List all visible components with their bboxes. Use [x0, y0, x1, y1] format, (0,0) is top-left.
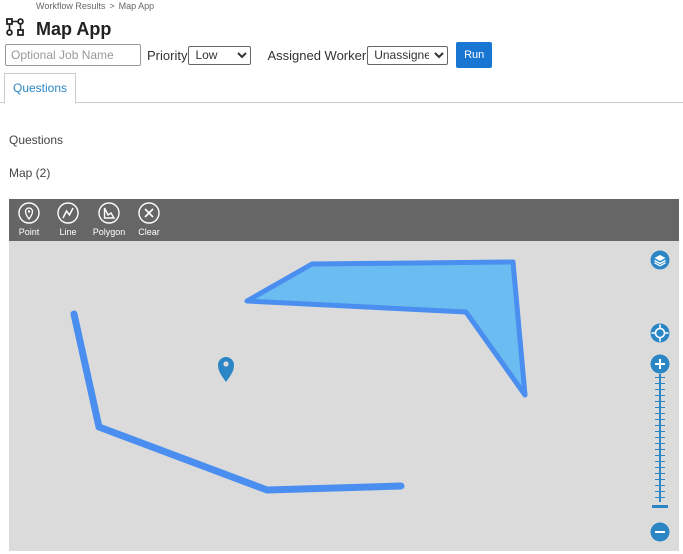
breadcrumb-current: Map App	[118, 1, 155, 11]
map-canvas[interactable]	[9, 241, 679, 551]
clear-tool-label: Clear	[138, 227, 160, 237]
locate-icon[interactable]	[650, 323, 670, 343]
point-tool-label: Point	[18, 227, 40, 237]
questions-section-label: Questions	[9, 133, 64, 147]
zoom-slider-handle[interactable]	[652, 505, 668, 508]
page-header: Map App	[6, 18, 111, 41]
job-name-input[interactable]	[5, 44, 141, 66]
drawn-polygon[interactable]	[244, 259, 528, 398]
line-icon	[57, 202, 79, 224]
zoom-out-icon[interactable]	[650, 522, 670, 542]
point-icon	[18, 202, 40, 224]
breadcrumb-separator: >	[109, 1, 115, 11]
map-toolbar: Point Line Polygon Clear	[9, 199, 679, 241]
map-pin-icon[interactable]	[218, 357, 234, 382]
polygon-tool-label: Polygon	[92, 227, 126, 237]
line-tool-button[interactable]: Line	[48, 202, 88, 237]
priority-select[interactable]: Low	[188, 45, 252, 65]
layers-icon[interactable]	[650, 250, 670, 270]
assigned-worker-label: Assigned Worker	[267, 47, 367, 63]
tab-questions[interactable]: Questions	[4, 73, 77, 104]
map-section-label: Map (2)	[9, 166, 51, 180]
assigned-worker-select[interactable]: Unassigned	[367, 45, 449, 65]
zoom-in-icon[interactable]	[650, 354, 670, 374]
page-title: Map App	[36, 19, 112, 39]
tab-strip: Questions	[0, 73, 683, 104]
polygon-tool-button[interactable]: Polygon	[89, 202, 129, 237]
line-tool-label: Line	[59, 227, 77, 237]
run-button[interactable]: Run	[456, 42, 493, 68]
polygon-icon	[98, 202, 120, 224]
point-tool-button[interactable]: Point	[9, 202, 49, 237]
drawn-line[interactable]	[70, 310, 405, 494]
clear-icon	[138, 202, 160, 224]
breadcrumb-parent-link[interactable]: Workflow Results	[36, 1, 105, 11]
breadcrumb: Workflow Results > Map App	[36, 1, 154, 11]
clear-tool-button[interactable]: Clear	[129, 202, 169, 237]
zoom-slider-ticks	[655, 377, 665, 499]
priority-label: Priority	[147, 47, 188, 63]
workflow-app-icon	[6, 18, 24, 41]
job-controls: Priority Low Assigned Worker Unassigned …	[5, 42, 493, 68]
map-drawings	[70, 259, 528, 494]
